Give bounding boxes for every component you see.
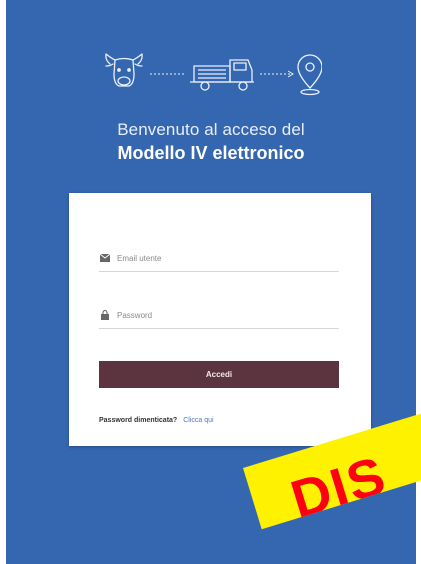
welcome-line: Benvenuto al acceso del xyxy=(117,120,305,139)
welcome-heading: Benvenuto al acceso del Modello IV elett… xyxy=(6,120,416,164)
password-input[interactable] xyxy=(117,310,339,320)
envelope-icon xyxy=(99,252,111,264)
lock-icon xyxy=(99,309,111,321)
forgot-password: Password dimenticata? Clicca qui xyxy=(99,417,214,424)
truck-icon xyxy=(190,59,254,91)
app-title: Modello IV elettronico xyxy=(117,143,305,163)
password-field[interactable] xyxy=(99,302,339,329)
email-field[interactable] xyxy=(99,245,339,272)
forgot-password-link[interactable]: Clicca qui xyxy=(183,417,213,424)
forgot-password-question: Password dimenticata? xyxy=(99,417,178,424)
login-card: Accedi Password dimenticata? Clicca qui xyxy=(69,193,371,446)
header-illustration xyxy=(102,48,322,104)
email-input[interactable] xyxy=(117,253,339,263)
cow-icon xyxy=(105,53,143,87)
login-button[interactable]: Accedi xyxy=(99,361,339,388)
location-pin-icon xyxy=(297,54,322,96)
